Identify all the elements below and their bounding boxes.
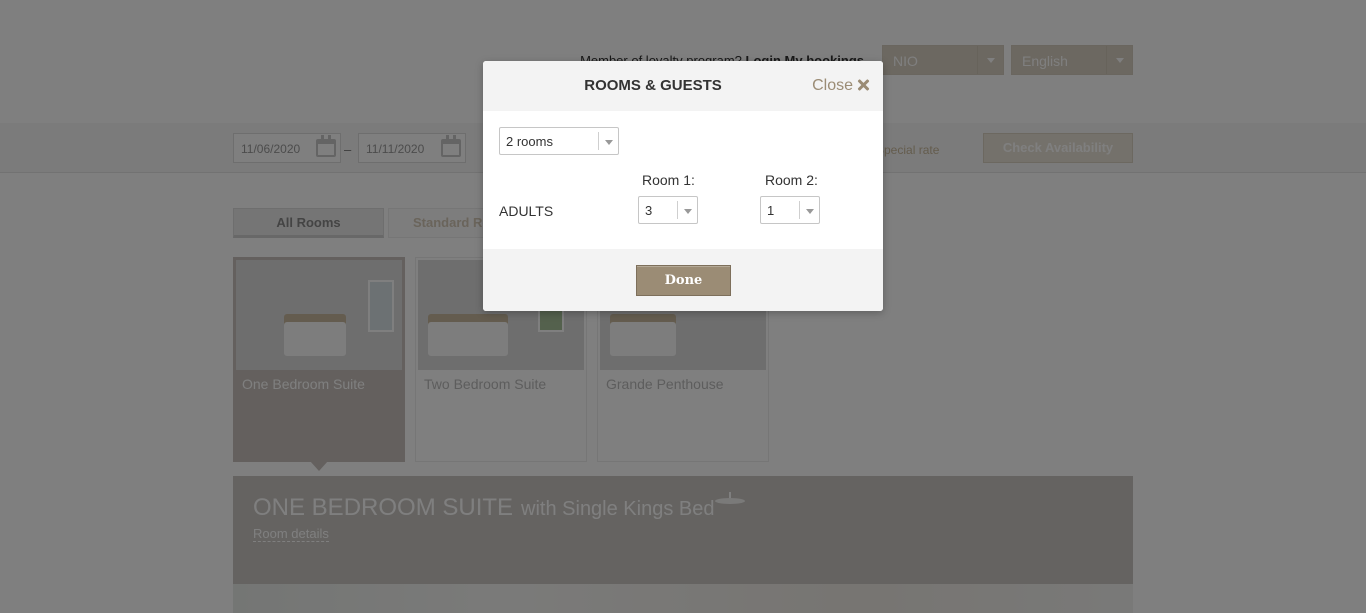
room-2-adults-value: 1	[767, 203, 775, 218]
room-1-label: Room 1:	[642, 172, 695, 188]
chevron-down-icon	[598, 132, 618, 150]
room-1-adults-select[interactable]: 3	[638, 196, 698, 224]
rooms-count-select[interactable]: 2 rooms	[499, 127, 619, 155]
close-icon	[857, 79, 869, 91]
close-button[interactable]: Close	[812, 77, 869, 95]
rooms-guests-modal: ROOMS & GUESTS Close 2 rooms Room 1: Roo…	[483, 61, 883, 311]
room-2-adults-select[interactable]: 1	[760, 196, 820, 224]
modal-header: ROOMS & GUESTS Close	[483, 61, 883, 111]
adults-label: ADULTS	[499, 203, 554, 219]
close-label: Close	[812, 77, 853, 94]
room-2-label: Room 2:	[765, 172, 818, 188]
done-button[interactable]: Done	[636, 265, 731, 296]
chevron-down-icon	[677, 201, 697, 219]
modal-title: ROOMS & GUESTS	[584, 77, 722, 94]
rooms-count-value: 2 rooms	[506, 134, 553, 149]
modal-footer: Done	[483, 249, 883, 311]
chevron-down-icon	[799, 201, 819, 219]
room-1-adults-value: 3	[645, 203, 653, 218]
